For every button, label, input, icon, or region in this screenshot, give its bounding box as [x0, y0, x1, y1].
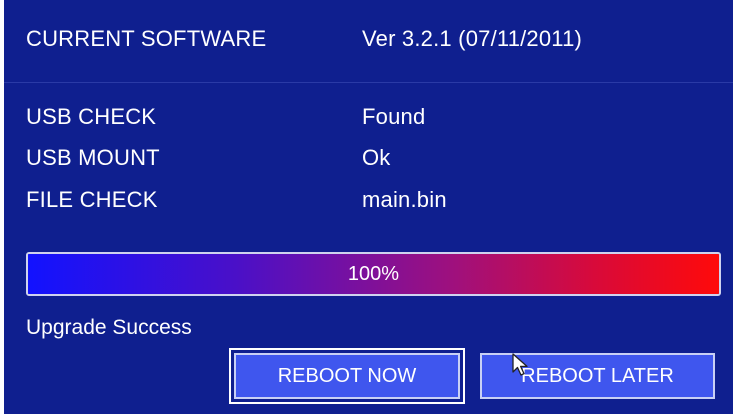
upgrade-status: Upgrade Success	[26, 316, 192, 339]
current-software-label: CURRENT SOFTWARE	[26, 26, 267, 51]
divider	[4, 82, 733, 83]
upgrade-progress-bar: 100%	[26, 252, 721, 296]
mouse-pointer-icon	[512, 353, 528, 376]
progress-percent: 100%	[347, 262, 400, 285]
usb-check-value: Found	[362, 104, 426, 129]
file-check-value: main.bin	[362, 187, 447, 212]
reboot-now-button[interactable]: REBOOT NOW	[229, 348, 465, 404]
usb-check-label: USB CHECK	[26, 104, 157, 129]
upgrade-dialog: CURRENT SOFTWARE Ver 3.2.1 (07/11/2011) …	[4, 0, 733, 414]
file-check-label: FILE CHECK	[26, 187, 158, 212]
usb-mount-label: USB MOUNT	[26, 145, 160, 170]
usb-mount-value: Ok	[362, 145, 391, 170]
current-software-value: Ver 3.2.1 (07/11/2011)	[362, 26, 583, 51]
